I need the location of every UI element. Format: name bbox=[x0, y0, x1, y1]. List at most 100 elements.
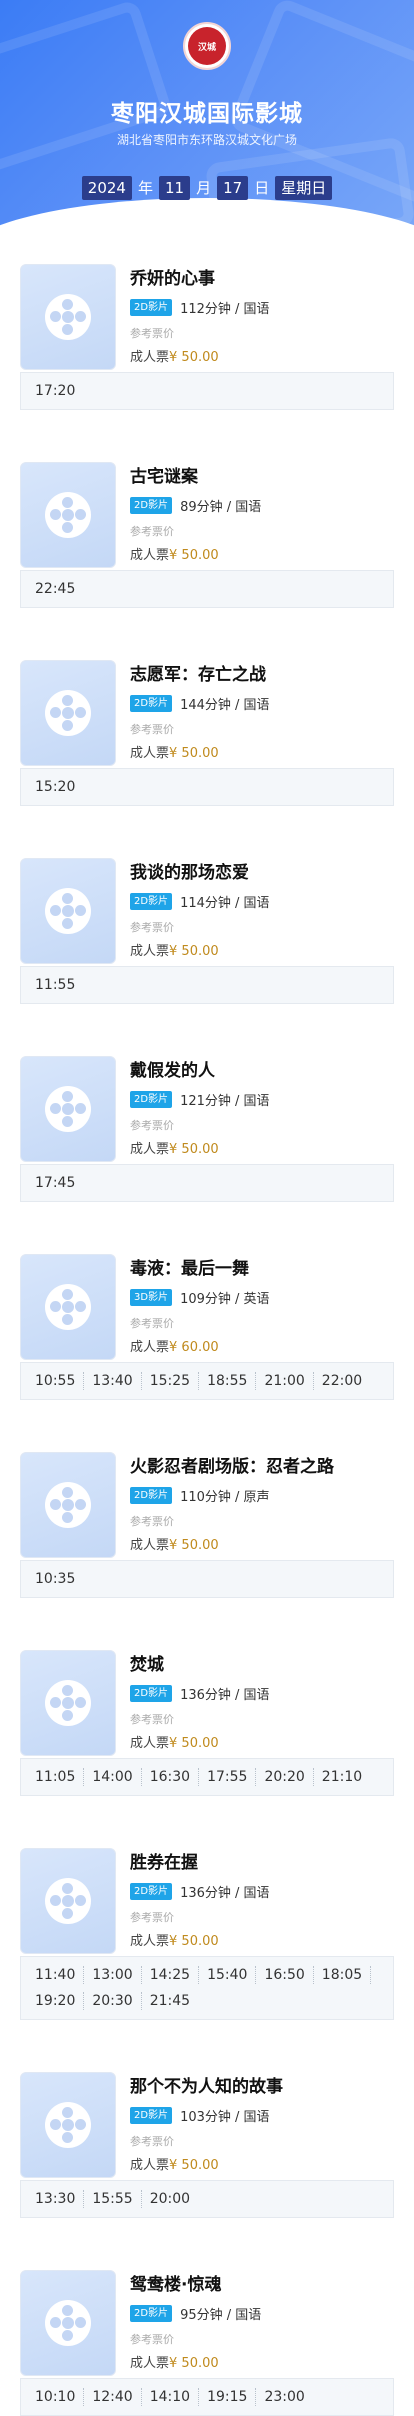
movie-meta: 2D影片 103分钟 / 国语 bbox=[130, 2106, 283, 2125]
movie-info: 胜券在握 2D影片 136分钟 / 国语 参考票价 成人票¥ 50.00 bbox=[130, 1848, 270, 1949]
adult-price: 成人票¥ 50.00 bbox=[130, 346, 270, 365]
showtime[interactable]: 15:25 bbox=[142, 1372, 200, 1390]
format-badge: 2D影片 bbox=[130, 299, 173, 316]
showtime[interactable]: 12:40 bbox=[84, 2388, 142, 2406]
showtime[interactable]: 18:55 bbox=[199, 1372, 257, 1390]
price-value: ¥ 50.00 bbox=[169, 1142, 219, 1157]
film-reel-icon bbox=[45, 1878, 91, 1924]
showtime[interactable]: 18:05 bbox=[314, 1966, 372, 1984]
movie-title: 毒液：最后一舞 bbox=[130, 1259, 249, 1279]
showtime[interactable]: 21:45 bbox=[142, 1992, 198, 2010]
movie-item: 毒液：最后一舞 3D影片 109分钟 / 英语 参考票价 成人票¥ 60.00 … bbox=[20, 1238, 394, 1436]
movie-card[interactable]: 乔妍的心事 2D影片 112分钟 / 国语 参考票价 成人票¥ 50.00 bbox=[20, 248, 394, 370]
movie-card[interactable]: 鸳鸯楼·惊魂 2D影片 95分钟 / 国语 参考票价 成人票¥ 50.00 bbox=[20, 2254, 394, 2376]
showtime-list: 11:40 13:00 14:25 15:40 16:50 18:05 19:20 20:30… bbox=[20, 1956, 394, 2020]
movie-card[interactable]: 志愿军：存亡之战 2D影片 144分钟 / 国语 参考票价 成人票¥ 50.00 bbox=[20, 644, 394, 766]
adult-price: 成人票¥ 50.00 bbox=[130, 1930, 270, 1949]
showtime[interactable]: 10:35 bbox=[27, 1570, 83, 1588]
adult-ticket-label: 成人票 bbox=[130, 1340, 170, 1355]
showtime[interactable]: 15:20 bbox=[27, 778, 83, 796]
movie-card[interactable]: 胜券在握 2D影片 136分钟 / 国语 参考票价 成人票¥ 50.00 bbox=[20, 1832, 394, 1954]
showtime[interactable]: 14:10 bbox=[142, 2388, 200, 2406]
showtime[interactable]: 23:00 bbox=[256, 2388, 312, 2406]
movie-info: 焚城 2D影片 136分钟 / 国语 参考票价 成人票¥ 50.00 bbox=[130, 1650, 270, 1751]
movie-card[interactable]: 火影忍者剧场版：忍者之路 2D影片 110分钟 / 原声 参考票价 成人票¥ 5… bbox=[20, 1436, 394, 1558]
showtime[interactable]: 10:10 bbox=[27, 2388, 85, 2406]
adult-ticket-label: 成人票 bbox=[130, 2356, 170, 2371]
movie-card[interactable]: 戴假发的人 2D影片 121分钟 / 国语 参考票价 成人票¥ 50.00 bbox=[20, 1040, 394, 1162]
movie-card[interactable]: 那个不为人知的故事 2D影片 103分钟 / 国语 参考票价 成人票¥ 50.0… bbox=[20, 2056, 394, 2178]
adult-price: 成人票¥ 50.00 bbox=[130, 544, 261, 563]
showtime[interactable]: 11:40 bbox=[27, 1966, 85, 1984]
poster-placeholder bbox=[20, 1848, 116, 1954]
poster-placeholder bbox=[20, 858, 116, 964]
showtime[interactable]: 13:00 bbox=[84, 1966, 142, 1984]
movie-item: 那个不为人知的故事 2D影片 103分钟 / 国语 参考票价 成人票¥ 50.0… bbox=[20, 2056, 394, 2254]
movie-item: 戴假发的人 2D影片 121分钟 / 国语 参考票价 成人票¥ 50.00 17… bbox=[20, 1040, 394, 1238]
adult-ticket-label: 成人票 bbox=[130, 944, 170, 959]
ref-price-label: 参考票价 bbox=[130, 327, 174, 340]
showtime[interactable]: 21:10 bbox=[314, 1768, 370, 1786]
adult-price: 成人票¥ 50.00 bbox=[130, 940, 270, 959]
adult-ticket-label: 成人票 bbox=[130, 2158, 170, 2173]
format-badge: 2D影片 bbox=[130, 1883, 173, 1900]
showtime-list: 11:05 14:00 16:30 17:55 20:20 21:10 bbox=[20, 1758, 394, 1796]
showtime[interactable]: 13:40 bbox=[84, 1372, 142, 1390]
format-badge: 2D影片 bbox=[130, 1091, 173, 1108]
showtime-list: 17:45 bbox=[20, 1164, 394, 1202]
price-value: ¥ 60.00 bbox=[169, 1340, 219, 1355]
format-badge: 2D影片 bbox=[130, 1685, 173, 1702]
showtime[interactable]: 20:30 bbox=[84, 1992, 142, 2010]
cinema-address: 湖北省枣阳市东环路汉城文化广场 bbox=[116, 133, 297, 147]
showtime[interactable]: 19:20 bbox=[27, 1992, 85, 2010]
movie-item: 乔妍的心事 2D影片 112分钟 / 国语 参考票价 成人票¥ 50.00 17… bbox=[20, 248, 394, 446]
adult-ticket-label: 成人票 bbox=[130, 1538, 170, 1553]
showtime[interactable]: 20:20 bbox=[256, 1768, 314, 1786]
price-value: ¥ 50.00 bbox=[169, 1934, 219, 1949]
movie-item: 古宅谜案 2D影片 89分钟 / 国语 参考票价 成人票¥ 50.00 22:4… bbox=[20, 446, 394, 644]
poster-placeholder bbox=[20, 264, 116, 370]
poster-placeholder bbox=[20, 2270, 116, 2376]
movie-card[interactable]: 毒液：最后一舞 3D影片 109分钟 / 英语 参考票价 成人票¥ 60.00 bbox=[20, 1238, 394, 1360]
showtime[interactable]: 10:55 bbox=[27, 1372, 85, 1390]
showtime[interactable]: 11:05 bbox=[27, 1768, 85, 1786]
showtime[interactable]: 13:30 bbox=[27, 2190, 85, 2208]
showtime[interactable]: 19:15 bbox=[199, 2388, 257, 2406]
price-value: ¥ 50.00 bbox=[169, 1538, 219, 1553]
movie-card[interactable]: 我谈的那场恋爱 2D影片 114分钟 / 国语 参考票价 成人票¥ 50.00 bbox=[20, 842, 394, 964]
showtime-list: 11:55 bbox=[20, 966, 394, 1004]
adult-price: 成人票¥ 50.00 bbox=[130, 1534, 334, 1553]
showtime[interactable]: 11:55 bbox=[27, 976, 83, 994]
showtime[interactable]: 16:50 bbox=[256, 1966, 314, 1984]
movie-info: 那个不为人知的故事 2D影片 103分钟 / 国语 参考票价 成人票¥ 50.0… bbox=[130, 2072, 283, 2173]
duration-language: 109分钟 / 英语 bbox=[180, 1292, 270, 1307]
showtime[interactable]: 17:45 bbox=[27, 1174, 83, 1192]
showtime[interactable]: 14:00 bbox=[84, 1768, 142, 1786]
showtime-list: 10:55 13:40 15:25 18:55 21:00 22:00 bbox=[20, 1362, 394, 1400]
movie-info: 鸳鸯楼·惊魂 2D影片 95分钟 / 国语 参考票价 成人票¥ 50.00 bbox=[130, 2270, 261, 2371]
movie-card[interactable]: 古宅谜案 2D影片 89分钟 / 国语 参考票价 成人票¥ 50.00 bbox=[20, 446, 394, 568]
poster-placeholder bbox=[20, 462, 116, 568]
showtime[interactable]: 17:55 bbox=[199, 1768, 257, 1786]
movie-card[interactable]: 焚城 2D影片 136分钟 / 国语 参考票价 成人票¥ 50.00 bbox=[20, 1634, 394, 1756]
movie-item: 我谈的那场恋爱 2D影片 114分钟 / 国语 参考票价 成人票¥ 50.00 … bbox=[20, 842, 394, 1040]
showtime[interactable]: 22:45 bbox=[27, 580, 83, 598]
poster-placeholder bbox=[20, 660, 116, 766]
showtime[interactable]: 21:00 bbox=[256, 1372, 314, 1390]
movie-title: 古宅谜案 bbox=[130, 467, 198, 487]
showtime[interactable]: 22:00 bbox=[314, 1372, 370, 1390]
showtime[interactable]: 15:55 bbox=[84, 2190, 142, 2208]
showtime[interactable]: 15:40 bbox=[199, 1966, 257, 1984]
movie-title: 胜券在握 bbox=[130, 1853, 198, 1873]
film-reel-icon bbox=[45, 492, 91, 538]
showtime[interactable]: 16:30 bbox=[142, 1768, 200, 1786]
showtime[interactable]: 17:20 bbox=[27, 382, 83, 400]
showtime[interactable]: 20:00 bbox=[142, 2190, 198, 2208]
ref-price-label: 参考票价 bbox=[130, 2333, 174, 2346]
adult-ticket-label: 成人票 bbox=[130, 1934, 170, 1949]
format-badge: 2D影片 bbox=[130, 893, 173, 910]
showtime[interactable]: 14:25 bbox=[142, 1966, 200, 1984]
